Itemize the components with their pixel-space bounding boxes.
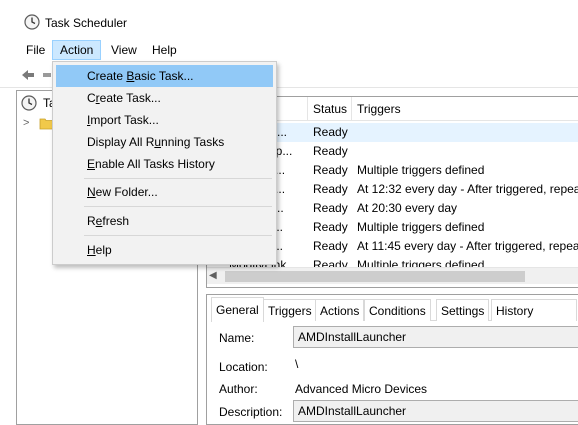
menu-item-help[interactable]: Help xyxy=(56,239,273,261)
task-triggers-cell: Multiple triggers defined xyxy=(357,163,485,177)
task-detail-pane: General Triggers Actions Conditions Sett… xyxy=(206,294,578,425)
scrollbar-thumb[interactable] xyxy=(225,271,525,282)
menu-item-label: ew Folder... xyxy=(95,185,158,199)
task-status-cell: Ready xyxy=(313,163,348,177)
menu-item-accelerator: E xyxy=(87,157,96,171)
location-value: \ xyxy=(295,357,299,371)
task-triggers-cell: At 11:45 every day - After triggered, re… xyxy=(357,239,578,253)
menu-item-label: mport Task... xyxy=(90,113,159,127)
chevron-right-icon[interactable]: > xyxy=(23,117,29,129)
menu-item-accelerator: N xyxy=(87,185,96,199)
author-value: Advanced Micro Devices xyxy=(295,382,428,396)
menu-item-enable-tasks-history[interactable]: Enable All Tasks History xyxy=(56,153,273,175)
horizontal-scrollbar[interactable]: ◀ xyxy=(207,267,578,284)
author-label: Author: xyxy=(219,382,258,396)
menu-item-label: asic Task... xyxy=(134,69,194,83)
menu-help[interactable]: Help xyxy=(145,40,184,60)
tab-history[interactable]: History (disable xyxy=(491,299,577,340)
menu-separator xyxy=(84,235,272,236)
menu-item-label: R xyxy=(87,214,96,228)
task-triggers-cell: Multiple triggers defined xyxy=(357,220,485,234)
menu-item-display-running-tasks[interactable]: Display All Running Tasks xyxy=(56,131,273,153)
menu-view[interactable]: View xyxy=(104,40,144,60)
menu-item-label: eate Task... xyxy=(99,91,161,105)
detail-tabs: General Triggers Actions Conditions Sett… xyxy=(211,297,577,340)
task-status-cell: Ready xyxy=(313,144,348,158)
menu-item-label: Display All R xyxy=(87,135,155,149)
back-arrow-icon[interactable] xyxy=(20,67,36,83)
menu-item-label: C xyxy=(87,91,96,105)
menu-separator xyxy=(84,178,272,179)
task-status-cell: Ready xyxy=(313,125,348,139)
name-field[interactable]: AMDInstallLauncher xyxy=(293,326,578,348)
menu-item-label: Create xyxy=(87,69,127,83)
menu-item-new-folder[interactable]: New Folder... xyxy=(56,181,273,203)
task-triggers-cell: At 12:32 every day - After triggered, re… xyxy=(357,182,578,196)
action-menu: Create Basic Task... Create Task... Impo… xyxy=(52,61,277,265)
location-label: Location: xyxy=(219,360,268,374)
menu-item-accelerator: H xyxy=(87,243,96,257)
tab-triggers[interactable]: Triggers xyxy=(263,299,317,321)
menu-item-refresh[interactable]: Refresh xyxy=(56,210,273,232)
menu-item-label: nning Tasks xyxy=(161,135,225,149)
clock-icon xyxy=(21,95,37,111)
menu-action[interactable]: Action xyxy=(52,40,102,60)
task-status-cell: Ready xyxy=(313,201,348,215)
tab-actions[interactable]: Actions xyxy=(315,299,365,321)
column-header-triggers[interactable]: Triggers xyxy=(351,97,578,121)
menu-item-import-task[interactable]: Import Task... xyxy=(56,109,273,131)
menu-item-create-task[interactable]: Create Task... xyxy=(56,87,273,109)
task-triggers-cell: At 20:30 every day xyxy=(357,201,458,215)
column-header-status[interactable]: Status xyxy=(307,97,351,121)
tab-settings[interactable]: Settings xyxy=(436,299,490,321)
menu-file[interactable]: File xyxy=(19,40,52,60)
menu-separator xyxy=(84,206,272,207)
task-status-cell: Ready xyxy=(313,182,348,196)
tab-general[interactable]: General xyxy=(211,297,264,322)
scroll-left-icon[interactable]: ◀ xyxy=(209,270,217,281)
description-label: Description: xyxy=(219,405,283,419)
task-status-cell: Ready xyxy=(313,220,348,234)
title-bar: Task Scheduler xyxy=(0,0,578,38)
clock-icon xyxy=(24,14,40,30)
name-label: Name: xyxy=(219,331,255,345)
menu-item-create-basic-task[interactable]: Create Basic Task... xyxy=(56,65,273,87)
menu-item-label: fresh xyxy=(102,214,130,228)
menu-bar: File Action View Help xyxy=(0,38,578,62)
tab-conditions[interactable]: Conditions xyxy=(364,299,431,321)
menu-item-label: nable All Tasks History xyxy=(95,157,215,171)
window-title: Task Scheduler xyxy=(45,16,128,30)
description-field[interactable]: AMDInstallLauncher xyxy=(293,400,578,422)
task-status-cell: Ready xyxy=(313,239,348,253)
menu-item-label: elp xyxy=(95,243,112,257)
